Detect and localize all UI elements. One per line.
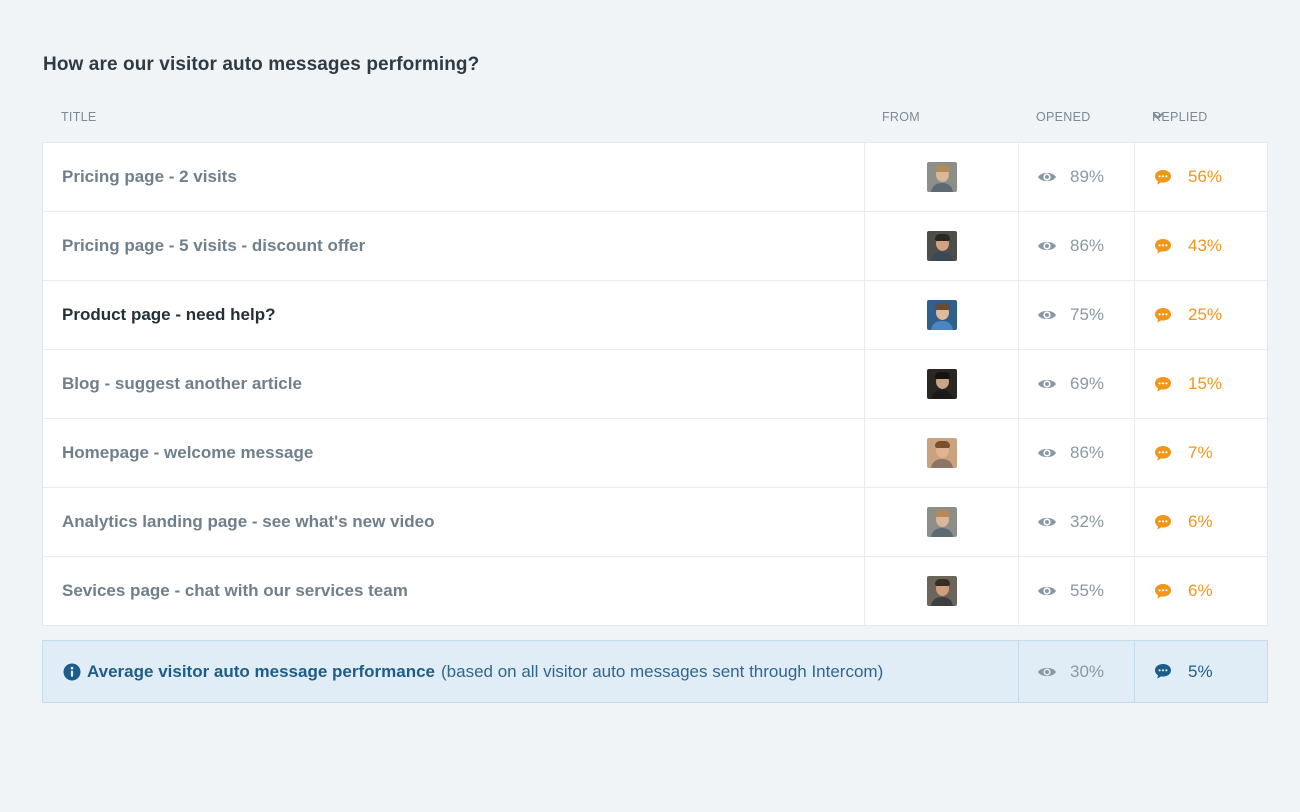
table-row[interactable]: Homepage - welcome message 86% 7% [43,419,1267,488]
table-row[interactable]: Pricing page - 5 visits - discount offer… [43,212,1267,281]
opened-value: 86% [1070,443,1105,462]
summary-label: Average visitor auto message performance… [43,641,1018,702]
column-header-opened[interactable]: OPENED [1036,110,1091,124]
message-title-text: Blog - suggest another article [62,374,302,393]
replied-value: 15% [1188,374,1223,393]
column-header-title[interactable]: TITLE [61,110,97,124]
eye-icon [1038,241,1056,251]
chat-bubble-icon [1155,664,1171,679]
eye-icon [1038,172,1056,182]
message-title[interactable]: Product page - need help? [43,281,864,349]
replied-value: 6% [1188,581,1213,600]
opened-value: 89% [1070,167,1105,186]
eye-icon [1038,517,1056,527]
avatar [926,300,957,330]
replied-cell: 15% [1134,350,1268,418]
avatar [926,507,957,537]
opened-cell: 32% [1018,488,1134,556]
from-cell [864,488,1018,556]
opened-cell: 75% [1018,281,1134,349]
replied-cell: 43% [1134,212,1268,280]
column-header-from[interactable]: FROM [882,110,920,124]
replied-value: 25% [1188,305,1223,324]
column-headers: TITLE FROM OPENED REPLIED [42,110,1268,128]
chat-bubble-icon [1155,307,1171,323]
summary-replied: 5% [1134,641,1268,702]
from-cell [864,350,1018,418]
from-cell [864,419,1018,487]
opened-cell: 89% [1018,143,1134,211]
from-cell [864,143,1018,211]
eye-icon [1038,586,1056,596]
message-title[interactable]: Pricing page - 5 visits - discount offer [43,212,864,280]
summary-row: Average visitor auto message performance… [42,640,1268,703]
opened-cell: 86% [1018,212,1134,280]
summary-replied-value: 5% [1188,661,1213,681]
replied-value: 7% [1188,443,1213,462]
opened-value: 32% [1070,512,1105,531]
message-title[interactable]: Homepage - welcome message [43,419,864,487]
replied-value: 56% [1188,167,1223,186]
opened-cell: 86% [1018,419,1134,487]
avatar [926,576,957,606]
summary-note: (based on all visitor auto messages sent… [441,661,884,681]
eye-icon [1038,379,1056,389]
opened-cell: 55% [1018,557,1134,625]
message-title-text: Product page - need help? [62,305,276,324]
message-title-text: Sevices page - chat with our services te… [62,581,408,600]
table-row[interactable]: Analytics landing page - see what's new … [43,488,1267,557]
avatar [926,162,957,192]
message-title-text: Pricing page - 2 visits [62,167,237,186]
chat-bubble-icon [1155,583,1171,599]
message-title[interactable]: Blog - suggest another article [43,350,864,418]
chat-bubble-icon [1155,514,1171,530]
chat-bubble-icon [1155,376,1171,392]
column-header-replied-label: REPLIED [1152,110,1208,124]
message-title[interactable]: Pricing page - 2 visits [43,143,864,211]
opened-value: 69% [1070,374,1105,393]
eye-icon [1038,448,1056,458]
table-row[interactable]: Blog - suggest another article 69% 15% [43,350,1267,419]
eye-icon [1038,667,1056,676]
message-title-text: Analytics landing page - see what's new … [62,512,435,531]
replied-value: 43% [1188,236,1223,255]
replied-cell: 6% [1134,488,1268,556]
avatar [926,438,957,468]
message-title-text: Homepage - welcome message [62,443,314,462]
from-cell [864,212,1018,280]
avatar [926,369,957,399]
column-header-replied[interactable]: REPLIED [1152,110,1207,124]
replied-value: 6% [1188,512,1213,531]
table-row[interactable]: Product page - need help? 75% 25% [43,281,1267,350]
replied-cell: 56% [1134,143,1268,211]
opened-value: 86% [1070,236,1105,255]
page-title: How are our visitor auto messages perfor… [43,54,480,75]
info-icon [63,663,81,680]
chat-bubble-icon [1155,169,1171,185]
opened-value: 55% [1070,581,1105,600]
table-row[interactable]: Pricing page - 2 visits 89% 56% [43,143,1267,212]
summary-opened: 30% [1018,641,1134,702]
message-title[interactable]: Analytics landing page - see what's new … [43,488,864,556]
replied-cell: 7% [1134,419,1268,487]
opened-cell: 69% [1018,350,1134,418]
from-cell [864,557,1018,625]
chat-bubble-icon [1155,238,1171,254]
avatar [926,231,957,261]
replied-cell: 25% [1134,281,1268,349]
summary-opened-value: 30% [1070,661,1105,681]
table-row[interactable]: Sevices page - chat with our services te… [43,557,1267,625]
from-cell [864,281,1018,349]
eye-icon [1038,310,1056,320]
summary-bold-label: Average visitor auto message performance [87,661,436,681]
opened-value: 75% [1070,305,1105,324]
messages-table: Pricing page - 2 visits 89% 56% Pricing pag… [42,142,1268,626]
message-title[interactable]: Sevices page - chat with our services te… [43,557,864,625]
replied-cell: 6% [1134,557,1268,625]
chat-bubble-icon [1155,445,1171,461]
message-title-text: Pricing page - 5 visits - discount offer [62,236,366,255]
